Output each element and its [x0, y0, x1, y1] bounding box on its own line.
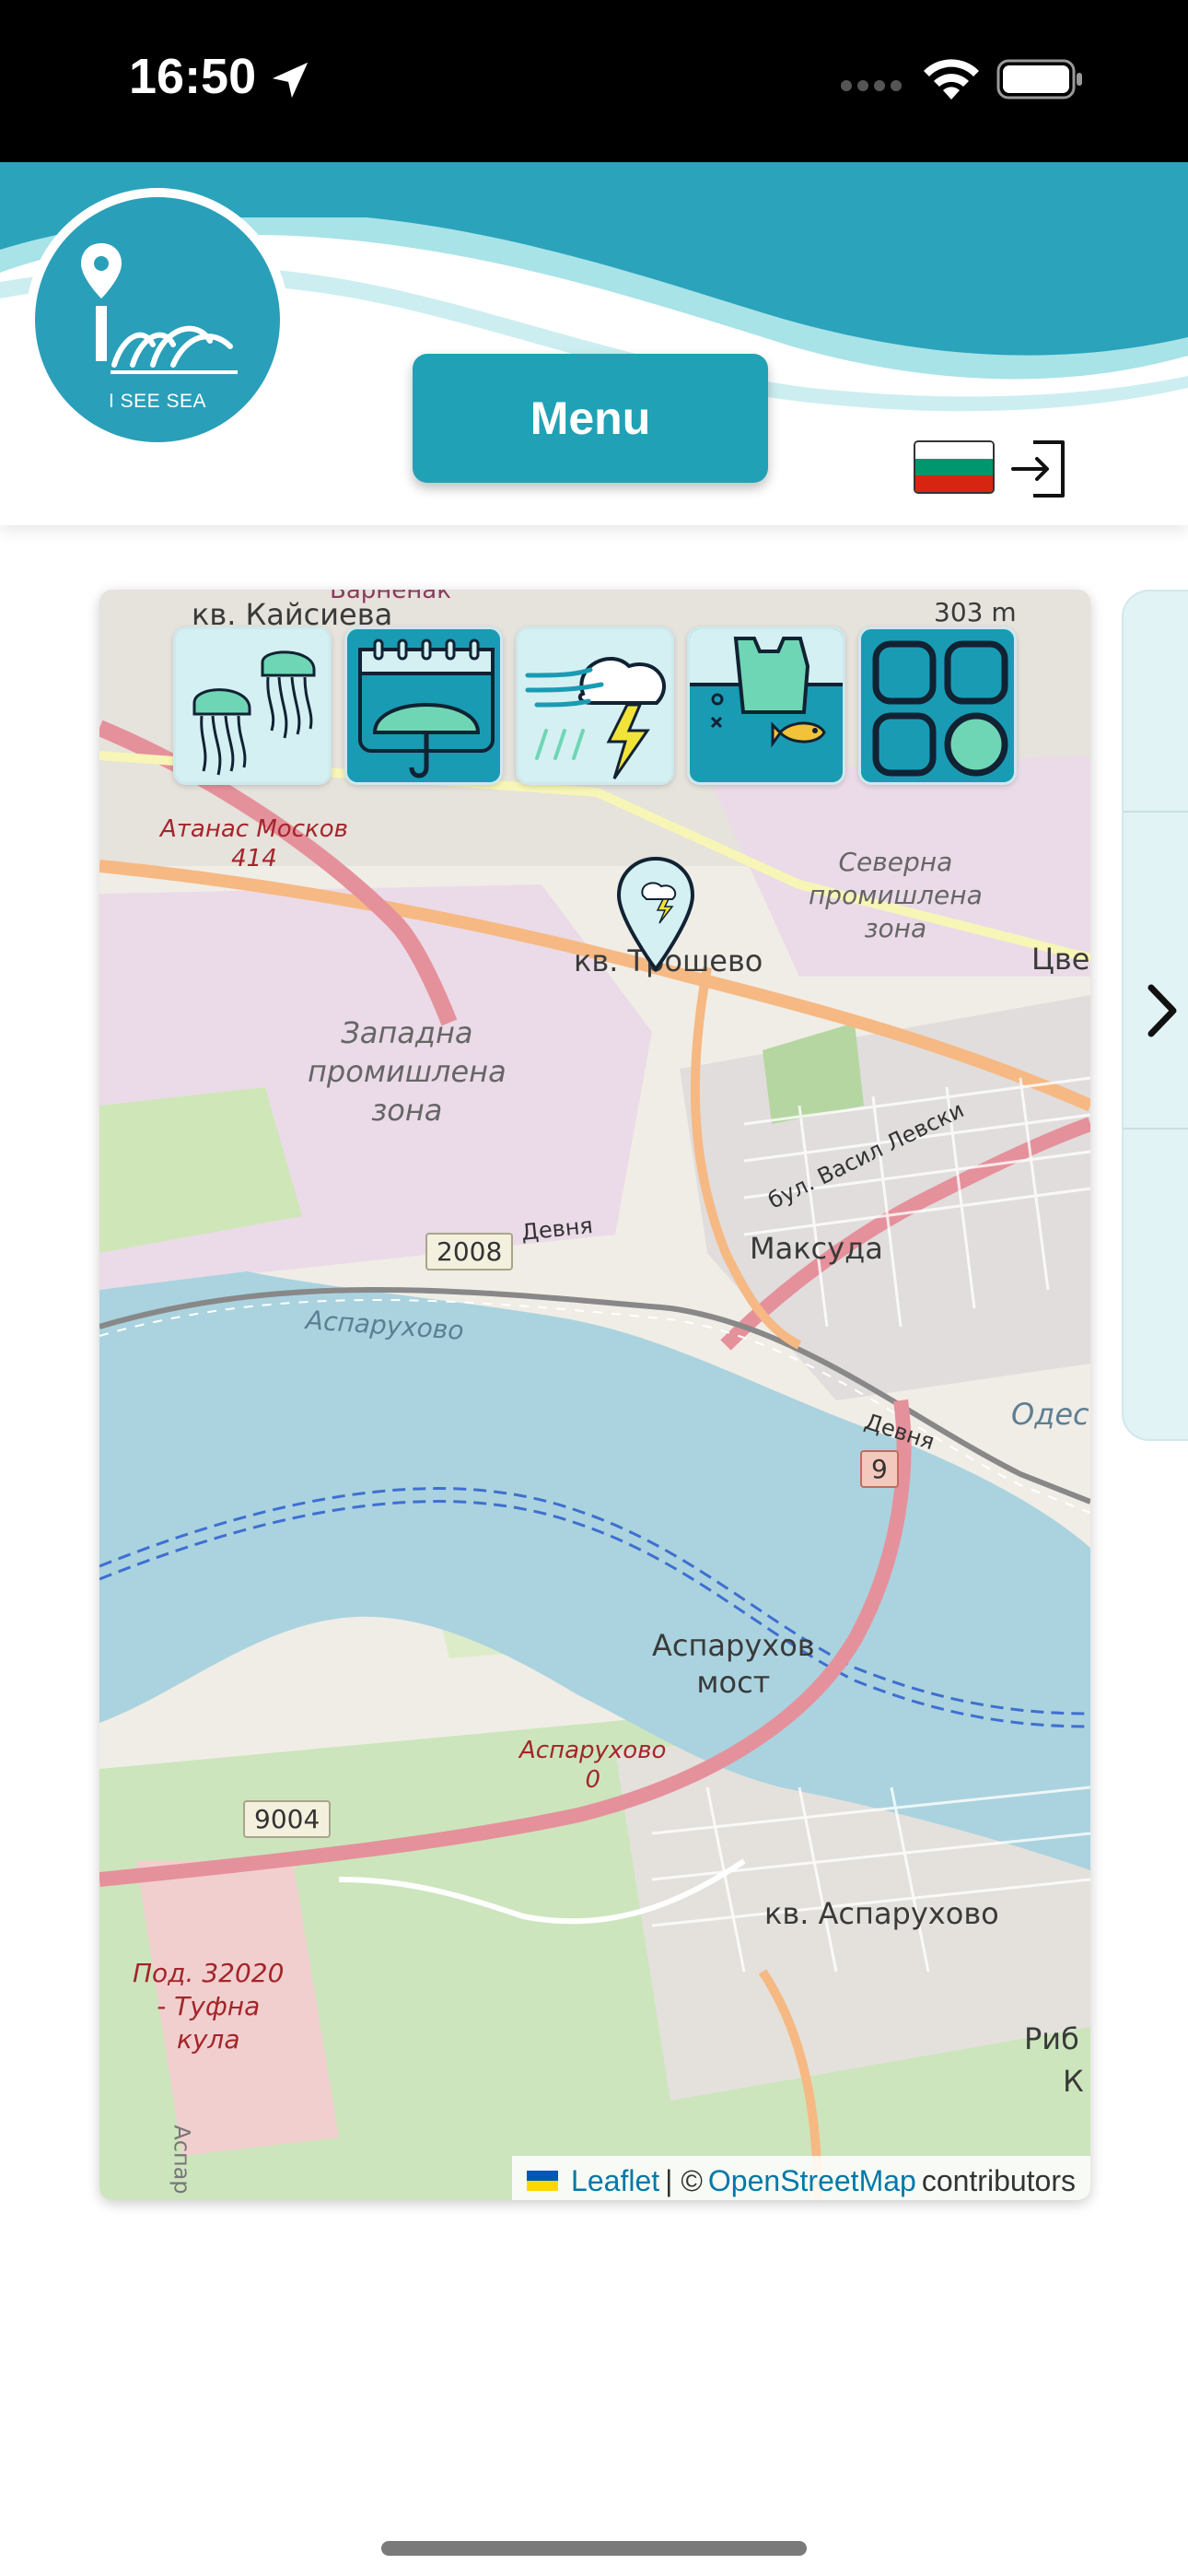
- openstreetmap-link[interactable]: OpenStreetMap: [708, 2164, 916, 2198]
- grid-icon[interactable]: [858, 626, 1017, 785]
- bulgaria-flag-icon[interactable]: [914, 440, 995, 494]
- cellular-signal-icon: [841, 80, 902, 91]
- ukraine-flag-icon: [527, 2171, 559, 2191]
- map-label: 0: [585, 1766, 600, 1794]
- umbrella-calendar-icon[interactable]: [344, 626, 503, 785]
- side-drawer-tab[interactable]: [1122, 590, 1188, 1441]
- app-logo[interactable]: I SEE SEA: [26, 188, 289, 451]
- map-view[interactable]: кв. Кайсиева Варненак 303 m Атанас Моско…: [99, 590, 1090, 2200]
- map-label: К: [1063, 2064, 1084, 2099]
- pollution-icon[interactable]: [687, 626, 845, 785]
- login-icon[interactable]: [1009, 437, 1068, 501]
- category-filter-bar: [173, 626, 1020, 789]
- map-label: Риб: [1024, 2021, 1079, 2056]
- chevron-right-icon[interactable]: [1140, 978, 1184, 1043]
- map-label: Атанас Москов: [160, 815, 348, 843]
- battery-icon: [996, 59, 1082, 100]
- map-label: Аспарухово: [519, 1737, 667, 1764]
- map-label: Цве: [1031, 942, 1090, 977]
- map-label: 414: [231, 845, 277, 872]
- map-label: Под. 32020 - Туфна кула: [133, 1958, 285, 2055]
- map-label: Аспар: [169, 2125, 195, 2195]
- map-label: Аспарухово 0: [519, 1736, 666, 1795]
- map-label: Максуда: [750, 1231, 883, 1266]
- app-screen: 16:50 I SEE SEA Menu кв. Кайсиева Варнен…: [0, 0, 1188, 2576]
- menu-button[interactable]: Menu: [413, 354, 768, 483]
- jellyfish-icon[interactable]: [173, 626, 332, 785]
- divider: [1124, 811, 1188, 813]
- map-attribution: Leaflet | © OpenStreetMap contributors: [512, 2156, 1090, 2200]
- road-shield: 2008: [425, 1233, 514, 1270]
- attribution-contributors: contributors: [921, 2163, 1076, 2197]
- map-label: Варненак: [330, 590, 451, 604]
- map-label: Аспарухов мост: [652, 1628, 815, 1700]
- logo-badge: I SEE SEA: [35, 197, 280, 442]
- app-header: I SEE SEA Menu: [0, 162, 1188, 525]
- divider: [1124, 1128, 1188, 1130]
- map-label: Атанас Москов 414: [160, 814, 348, 873]
- storm-icon[interactable]: [516, 626, 674, 785]
- attribution-separator: | ©: [665, 2163, 703, 2197]
- map-label: Западна промишлена зона: [308, 1015, 507, 1128]
- logo-caption: I SEE SEA: [108, 391, 207, 412]
- map-label: Северна промишлена зона: [809, 847, 983, 943]
- map-label: 303 m: [934, 597, 1017, 627]
- map-label: Одеса: [1011, 1397, 1090, 1432]
- road-shield: 9004: [243, 1800, 332, 1838]
- map-label: кв. Аспарухово: [764, 1896, 999, 1931]
- leaflet-link[interactable]: Leaflet: [571, 2164, 659, 2198]
- home-indicator[interactable]: [381, 2541, 807, 2556]
- road-shield: 9: [860, 1450, 899, 1488]
- wifi-icon: [924, 59, 979, 100]
- status-time: 16:50: [129, 49, 257, 104]
- location-arrow-icon: [272, 62, 309, 99]
- storm-marker-icon[interactable]: [615, 855, 696, 973]
- status-bar: 16:50: [0, 0, 1188, 162]
